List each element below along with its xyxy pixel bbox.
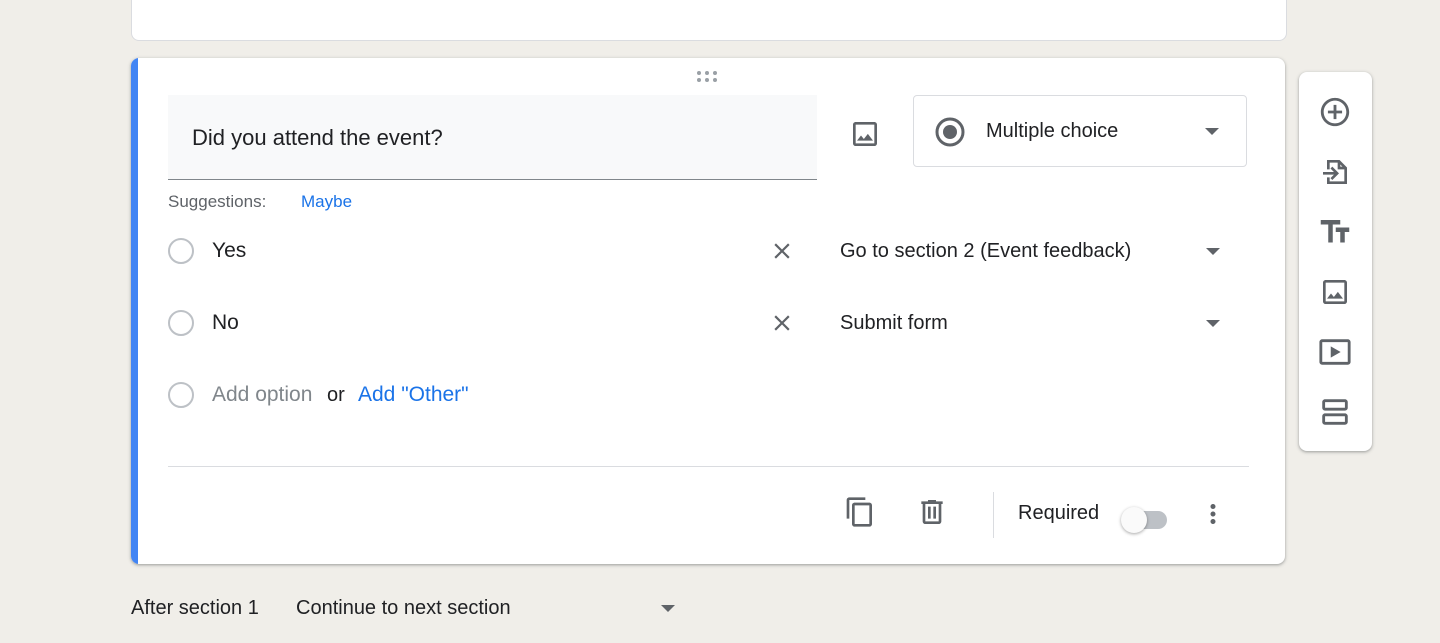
import-questions-icon <box>1323 160 1347 184</box>
go-to-section-dropdown[interactable]: Submit form <box>840 305 1230 341</box>
floating-toolbar <box>1299 72 1372 451</box>
question-card[interactable]: Did you attend the event? Multiple choic… <box>131 58 1285 564</box>
radio-checked-icon <box>935 117 965 147</box>
go-to-section-value: Go to section 2 (Event feedback) <box>840 240 1132 262</box>
after-section-dropdown[interactable]: Continue to next section <box>296 590 680 628</box>
required-toggle[interactable] <box>1121 504 1177 533</box>
close-icon <box>774 315 790 331</box>
required-label: Required <box>1018 502 1100 524</box>
or-text: or <box>327 384 345 406</box>
chevron-down-icon <box>1206 248 1220 255</box>
footer-divider <box>168 466 1249 467</box>
add-question-button[interactable] <box>1315 92 1355 132</box>
question-type-dropdown[interactable]: Multiple choice <box>913 95 1247 167</box>
more-options-button[interactable] <box>1193 494 1233 534</box>
remove-option-button[interactable] <box>764 233 800 269</box>
option-label-input[interactable]: Yes <box>212 233 246 269</box>
chevron-down-icon <box>1205 128 1219 135</box>
add-video-icon <box>1319 339 1351 365</box>
remove-option-button[interactable] <box>764 305 800 341</box>
chevron-down-icon <box>661 605 675 612</box>
after-section-value: Continue to next section <box>296 597 511 619</box>
question-title-input[interactable]: Did you attend the event? <box>168 95 817 180</box>
add-question-icon <box>1320 97 1350 127</box>
go-to-section-value: Submit form <box>840 312 948 334</box>
image-icon <box>853 122 877 146</box>
previous-card <box>131 0 1287 41</box>
question-type-label: Multiple choice <box>986 120 1119 142</box>
suggestions-label: Suggestions: <box>168 192 267 211</box>
delete-button[interactable] <box>912 492 952 532</box>
add-section-icon <box>1322 399 1348 425</box>
add-option-input[interactable]: Add option <box>212 377 312 413</box>
add-section-button[interactable] <box>1315 392 1355 432</box>
add-other-button[interactable]: Add "Other" <box>358 377 469 413</box>
add-option-row: Add option or Add "Other" <box>168 377 1258 417</box>
drag-handle-icon[interactable] <box>695 70 723 84</box>
close-icon <box>774 243 790 259</box>
radio-unchecked-icon <box>168 382 194 408</box>
duplicate-button[interactable] <box>840 492 880 532</box>
chevron-down-icon <box>1206 320 1220 327</box>
option-label-input[interactable]: No <box>212 305 239 341</box>
add-image-toolbar-button[interactable] <box>1315 272 1355 312</box>
add-title-icon <box>1320 220 1350 243</box>
add-title-button[interactable] <box>1315 212 1355 252</box>
radio-unchecked-icon <box>168 310 194 336</box>
footer-separator <box>993 492 994 538</box>
copy-icon <box>846 497 872 527</box>
more-vert-icon <box>1210 504 1216 524</box>
trash-icon <box>921 500 943 524</box>
option-row: Yes Go to section 2 (Event feedback) <box>168 233 1258 273</box>
go-to-section-dropdown[interactable]: Go to section 2 (Event feedback) <box>840 233 1230 269</box>
add-video-button[interactable] <box>1315 332 1355 372</box>
add-image-icon <box>1323 280 1347 304</box>
suggestion-maybe[interactable]: Maybe <box>301 192 352 212</box>
radio-unchecked-icon <box>168 238 194 264</box>
import-questions-button[interactable] <box>1315 152 1355 192</box>
toggle-thumb <box>1121 507 1147 533</box>
option-row: No Submit form <box>168 305 1258 345</box>
after-section-label: After section 1 <box>131 597 259 619</box>
add-image-button[interactable] <box>845 114 885 154</box>
active-card-accent <box>131 58 138 564</box>
